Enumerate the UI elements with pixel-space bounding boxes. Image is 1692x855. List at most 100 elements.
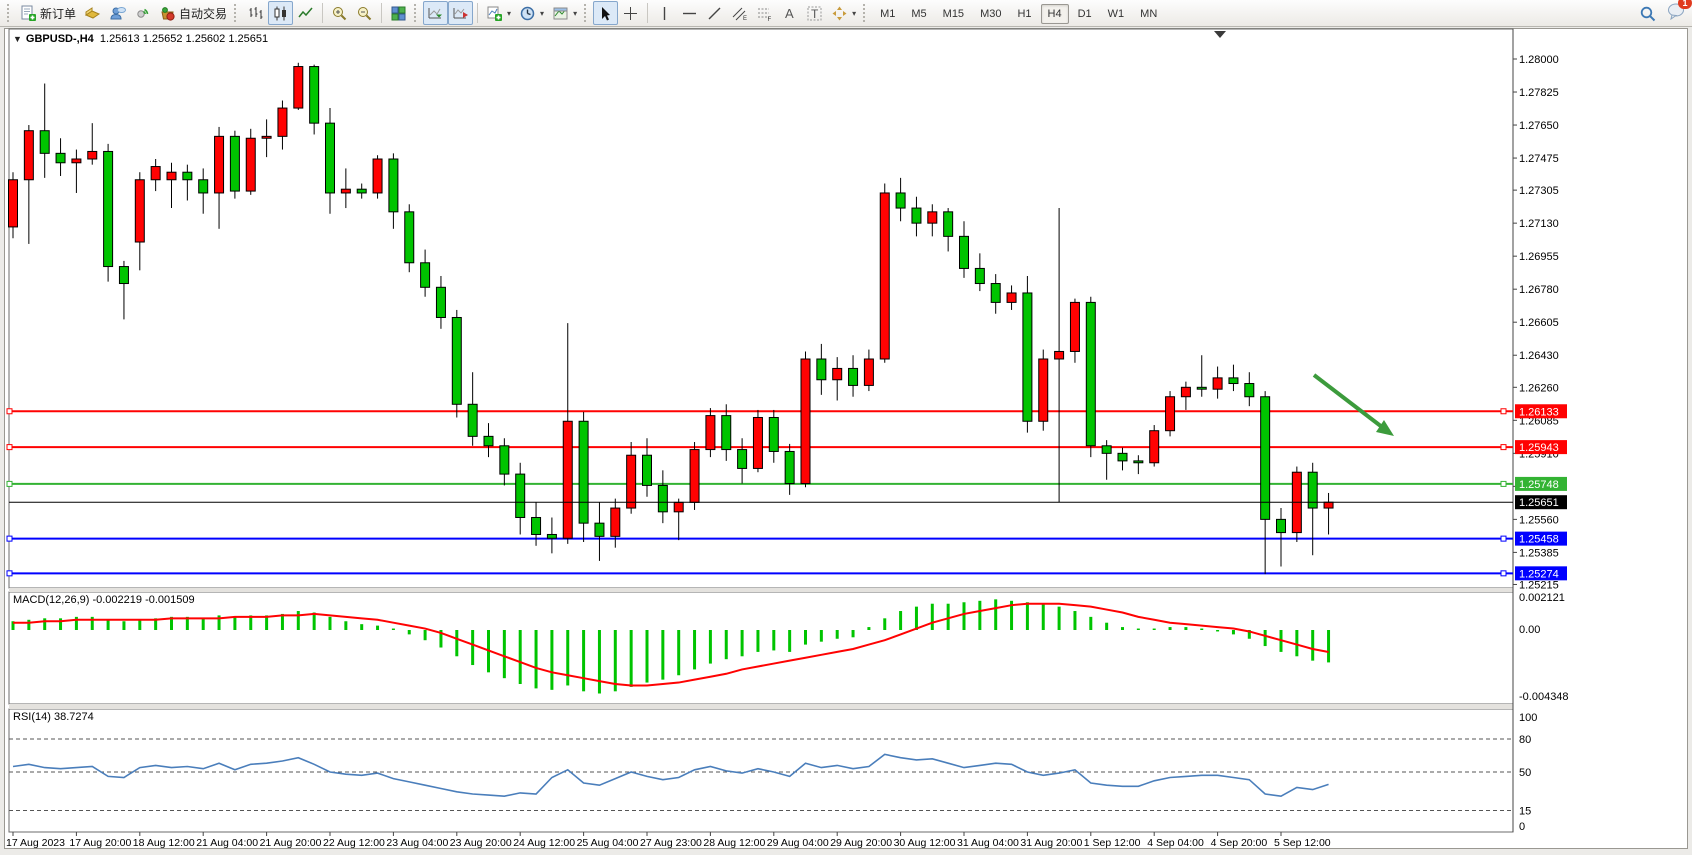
line-handle[interactable] [1501,481,1506,486]
candle-body [912,208,921,223]
rsi-axis-label: 80 [1519,734,1531,746]
candle-body [975,268,984,283]
line-handle[interactable] [7,409,12,414]
candle [1150,425,1159,467]
candle-body [960,236,969,268]
candle-body [1261,397,1270,520]
candle-body [500,446,509,474]
candle [880,184,889,363]
candle-body [151,167,160,180]
candle-body [468,404,477,436]
candle-body [119,267,128,284]
candle-body [1181,387,1190,396]
price-axis[interactable]: 1.280001.278251.276501.274751.273051.271… [1513,54,1559,591]
candle-body [1324,502,1333,508]
candle-body [928,212,937,223]
candle-body [56,153,65,162]
time-tick-label: 30 Aug 12:00 [894,837,956,849]
candle-body [849,368,858,385]
current-bar-ohlc: 1.25613 1.25652 1.25602 1.25651 [100,33,268,45]
candle [230,131,239,199]
candle-body [1055,351,1064,359]
time-tick-label: 4 Sep 20:00 [1211,837,1268,849]
line-handle[interactable] [1501,445,1506,450]
candle-body [294,67,303,109]
price-tick-label: 1.27130 [1519,218,1559,230]
price-tick-label: 1.25385 [1519,547,1559,559]
chart-menu-icon[interactable]: ▼ [13,34,22,44]
candle-body [611,508,620,536]
candle-body [167,172,176,180]
candle-body [643,455,652,485]
rsi-axis-label: 15 [1519,806,1531,818]
candle [706,408,715,457]
line-handle[interactable] [1501,536,1506,541]
pane-splitter[interactable] [9,588,1513,592]
candle [246,129,255,195]
candle-body [484,436,493,445]
pane-splitter[interactable] [9,704,1513,709]
candle-body [104,151,113,266]
macd-axis-label: 0.00 [1519,624,1540,636]
price-level-tag-label: 1.25748 [1519,479,1559,491]
time-axis[interactable]: 17 Aug 202317 Aug 20:0018 Aug 12:0021 Au… [6,832,1331,849]
time-tick-label: 5 Sep 12:00 [1274,837,1331,849]
candle-body [341,189,350,193]
line-handle[interactable] [7,536,12,541]
candle [1292,467,1301,542]
time-tick-label: 24 Aug 12:00 [513,837,575,849]
chart-title: ▼GBPUSD-,H4 1.25613 1.25652 1.25602 1.25… [13,33,268,45]
candle [104,144,113,282]
candle-body [864,359,873,385]
line-handle[interactable] [1501,571,1506,576]
price-tick-label: 1.27825 [1519,87,1559,99]
candle [373,155,382,198]
candle-body [1229,378,1238,384]
candle-body [246,138,255,191]
candle-body [373,159,382,193]
rsi-axis-label: 0 [1519,821,1525,833]
time-tick-label: 31 Aug 04:00 [957,837,1019,849]
candle-body [215,136,224,193]
candle-body [1166,397,1175,431]
macd-label: MACD(12,26,9) -0.002219 -0.001509 [13,594,195,606]
line-handle[interactable] [7,481,12,486]
candle-body [738,450,747,469]
price-level-tag-label: 1.25943 [1519,442,1559,454]
time-tick-label: 29 Aug 04:00 [767,837,829,849]
candle-body [753,417,762,468]
price-tick-label: 1.25215 [1519,579,1559,591]
macd-axis-label: -0.004348 [1519,691,1569,703]
time-tick-label: 1 Sep 12:00 [1084,837,1141,849]
candle-body [595,523,604,536]
candle-body [1070,302,1079,351]
candle-body [674,502,683,511]
candle-body [1277,519,1286,532]
time-tick-label: 17 Aug 20:00 [69,837,131,849]
candle-body [389,159,398,212]
macd-axis-label: 0.002121 [1519,592,1565,604]
candle-body [199,180,208,193]
chart-canvas[interactable]: 1.280001.278251.276501.274751.273051.271… [1,1,1692,855]
price-level-tag-label: 1.25274 [1519,568,1559,580]
time-tick-label: 31 Aug 20:00 [1020,837,1082,849]
candle-body [1213,378,1222,389]
price-level-tag-label: 1.26133 [1519,406,1559,418]
line-handle[interactable] [7,445,12,450]
candle-body [1197,387,1206,389]
candle [1023,276,1032,433]
line-handle[interactable] [7,571,12,576]
candle [405,204,414,272]
price-tick-label: 1.26260 [1519,382,1559,394]
line-handle[interactable] [1501,409,1506,414]
candle [579,412,588,542]
time-tick-label: 22 Aug 12:00 [323,837,385,849]
time-tick-label: 23 Aug 20:00 [450,837,512,849]
price-level-tag-label: 1.25458 [1519,534,1559,546]
candle-body [722,416,731,450]
time-tick-label: 28 Aug 12:00 [703,837,765,849]
time-tick-label: 17 Aug 2023 [6,837,65,849]
candle-body [1007,293,1016,302]
candle-body [991,284,1000,303]
candle-body [405,212,414,263]
